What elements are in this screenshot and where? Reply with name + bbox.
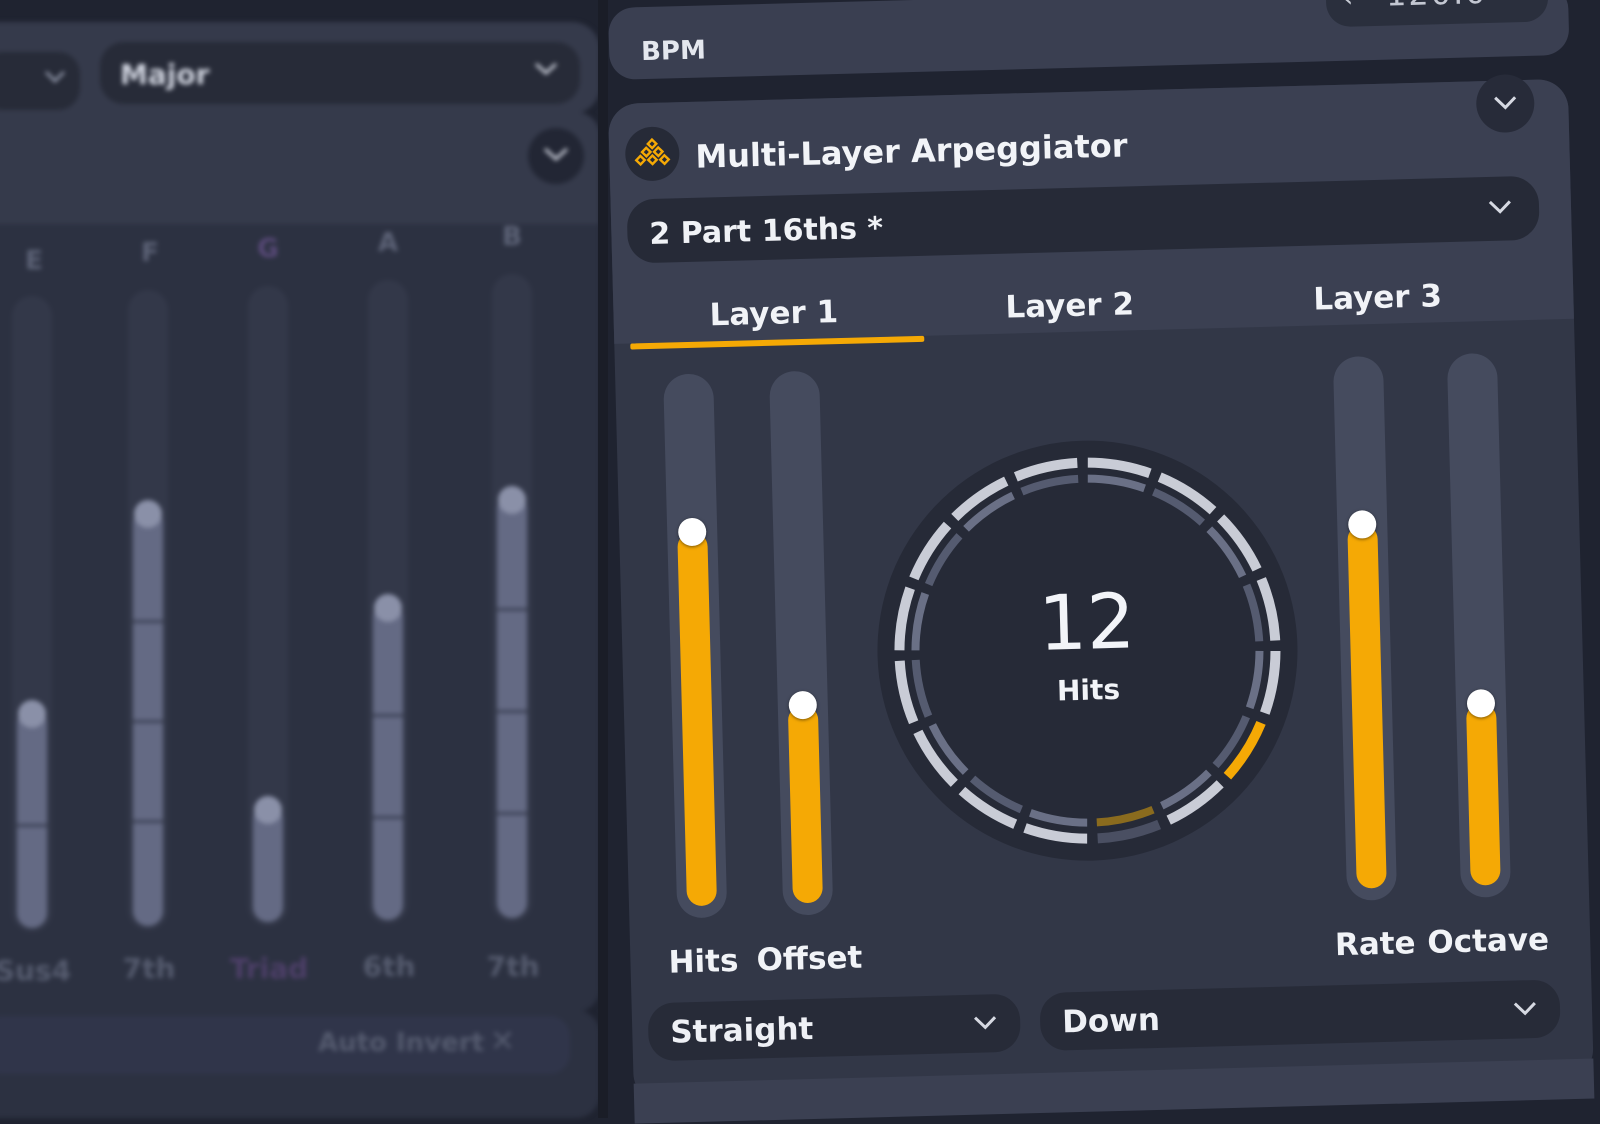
note-label-e: E [25,246,43,276]
chord-slider-knob[interactable] [18,700,46,728]
octave-slider[interactable] [1446,352,1512,898]
bpm-value[interactable]: 120.0 [1385,0,1488,14]
note-label-b: B [502,222,522,252]
chord-type-sus4[interactable]: Sus4 [0,954,78,987]
chord-slider-fill [497,494,527,918]
chord-panel-header [0,112,600,224]
slider-divider [133,620,163,623]
chord-slider-knob[interactable] [254,796,282,824]
hits-circle[interactable]: 12 Hits [869,432,1306,869]
arpeggiator-footer [633,1058,1595,1124]
offset-slider-fill [787,705,823,904]
chord-slider-fill [133,508,163,926]
chevron-down-icon [534,62,558,76]
chevron-down-icon [542,146,570,162]
slider-divider [133,820,163,823]
rate-slider[interactable] [1332,355,1398,901]
rate-slider-label: Rate [1334,925,1417,964]
tab-layer-2[interactable]: Layer 2 [1005,286,1135,325]
slider-divider [373,816,403,819]
bpm-label: BPM [640,35,707,68]
note-label-f: F [141,238,159,268]
slider-divider [17,824,47,827]
arpeggiator-icon [624,126,681,182]
chevron-down-icon [1487,198,1513,215]
chord-slider-fill [373,602,403,920]
auto-invert-bar [0,1016,570,1074]
chord-panel-collapse-button[interactable] [528,128,584,184]
hits-slider-knob[interactable] [677,517,707,546]
preset-value: 2 Part 16ths * [648,210,884,252]
scale-mode-value: Major [120,58,210,91]
bpm-panel: BPM ‹ 120.0 › [608,0,1570,80]
chord-slider-f[interactable] [128,290,168,930]
slider-divider [497,812,527,815]
chord-slider-knob[interactable] [134,500,162,528]
hits-count-value: 12 [1037,576,1137,668]
chord-slider-knob[interactable] [374,594,402,622]
note-label-g: G [257,234,279,264]
chord-slider-e[interactable] [12,296,52,932]
timing-value: Straight [669,1010,814,1051]
auto-invert-label[interactable]: Auto Invert [318,1028,484,1058]
chevron-down-icon [44,70,66,84]
timing-select[interactable]: Straight [647,993,1021,1062]
slider-divider [497,710,527,713]
scale-mode-select[interactable]: Major [100,42,580,104]
slider-divider [497,608,527,611]
chord-slider-a[interactable] [368,280,408,924]
offset-slider[interactable] [769,370,834,916]
chord-type-7th[interactable]: 7th [104,952,194,985]
chevron-down-icon [972,1014,998,1031]
slider-divider [133,720,163,723]
close-icon[interactable]: ✕ [490,1024,515,1059]
root-note-select[interactable] [0,52,80,110]
chevron-left-icon[interactable]: ‹ [1342,0,1354,14]
app-window: Major E F G A B Sus4 7th Triad 6th 7th A… [0,0,1600,1124]
panel-divider [598,0,608,1118]
rate-slider-fill [1347,524,1387,889]
octave-slider-fill [1465,702,1501,886]
chevron-down-icon [1512,1000,1538,1017]
chord-slider-fill [17,708,47,928]
chord-type-6th[interactable]: 6th [344,950,434,983]
offset-slider-label: Offset [756,939,863,979]
slider-divider [373,714,403,717]
chord-slider-b[interactable] [492,274,532,922]
chord-panel: Major E F G A B Sus4 7th Triad 6th 7th A… [0,0,600,1118]
octave-slider-label: Octave [1426,921,1550,961]
hits-slider-fill [677,531,718,907]
chord-type-7th-b[interactable]: 7th [468,950,558,983]
chevron-right-icon[interactable]: › [1509,0,1519,2]
direction-select[interactable]: Down [1039,979,1561,1051]
chord-slider-knob[interactable] [498,486,526,514]
bpm-stepper[interactable]: ‹ 120.0 › [1325,0,1549,28]
chevron-down-icon [1492,94,1518,111]
chord-type-triad[interactable]: Triad [224,952,314,985]
note-label-a: A [377,228,399,258]
hits-slider-label: Hits [668,942,739,981]
tab-layer-3[interactable]: Layer 3 [1313,278,1443,317]
hits-slider[interactable] [663,373,728,919]
chord-slider-g[interactable] [248,286,288,926]
direction-value: Down [1061,1001,1161,1041]
tab-layer-1[interactable]: Layer 1 [709,294,839,333]
arpeggiator-panel: Multi-Layer Arpeggiator 2 Part 16ths * L… [608,73,1595,1124]
